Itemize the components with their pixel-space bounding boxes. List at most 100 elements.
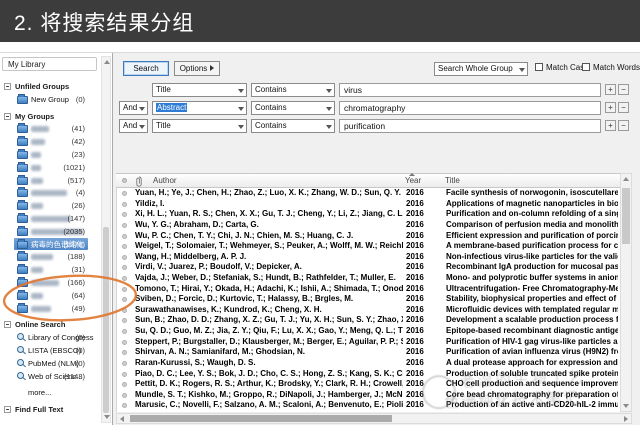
table-row[interactable]: Yuan, H.; Ye, J.; Chen, H.; Zhao, Z.; Lu… bbox=[117, 188, 620, 199]
redacted-group-name bbox=[31, 152, 41, 158]
add-row-button[interactable]: + bbox=[605, 120, 616, 131]
table-row[interactable]: Shirvan, A. N.; Samianifard, M.; Ghodsia… bbox=[117, 347, 620, 358]
scroll-up-icon[interactable] bbox=[104, 60, 110, 64]
remove-row-button[interactable]: − bbox=[618, 84, 629, 95]
field-value-selected: Abstract bbox=[156, 103, 188, 112]
chevron-down-icon bbox=[326, 107, 332, 111]
sidebar-group-item[interactable]: (31) bbox=[0, 264, 100, 276]
sidebar-group-item[interactable]: New Group (0) bbox=[0, 93, 100, 106]
table-row[interactable]: Wu, P. C.; Chen, T. Y.; Chi, J. N.; Chie… bbox=[117, 231, 620, 242]
sidebar-group-item[interactable]: (4) bbox=[0, 187, 100, 199]
boolean-dropdown[interactable]: And bbox=[119, 101, 148, 115]
table-row[interactable]: Virdi, V.; Juarez, P.; Boudolf, V.; Depi… bbox=[117, 262, 620, 273]
sidebar-group-item[interactable]: (166) bbox=[0, 277, 100, 289]
collapse-expander-icon[interactable] bbox=[4, 321, 11, 329]
remove-row-button[interactable]: − bbox=[618, 102, 629, 113]
cell-year: 2016 bbox=[406, 304, 424, 314]
sidebar-group-item[interactable]: (23) bbox=[0, 149, 100, 161]
match-case-checkbox[interactable] bbox=[535, 63, 543, 71]
sidebar-more-link[interactable]: more... bbox=[0, 387, 100, 399]
sidebar-group-item[interactable]: (147) bbox=[0, 213, 100, 225]
sidebar-section-my-groups[interactable]: My Groups bbox=[0, 111, 100, 123]
my-library-selector[interactable]: My Library bbox=[2, 57, 97, 71]
sidebar-group-item[interactable]: (42) bbox=[0, 136, 100, 148]
table-vertical-scrollbar[interactable] bbox=[620, 173, 632, 412]
sidebar-group-item[interactable]: (49) bbox=[0, 302, 100, 315]
table-row[interactable]: Piao, D. C.; Lee, Y. S.; Bok, J. D.; Cho… bbox=[117, 369, 620, 380]
sidebar-group-item[interactable]: (64) bbox=[0, 289, 100, 302]
sidebar-group-item[interactable]: (188) bbox=[0, 251, 100, 263]
sidebar-scrollbar-thumb[interactable] bbox=[103, 227, 109, 413]
table-row[interactable]: Tomono, T.; Hirai, Y.; Okada, H.; Adachi… bbox=[117, 284, 620, 295]
vertical-scrollbar-thumb[interactable] bbox=[622, 188, 630, 244]
sidebar-section-find-full-text[interactable]: Find Full Text bbox=[0, 404, 100, 416]
operator-dropdown[interactable]: Contains bbox=[251, 101, 335, 115]
table-row[interactable]: Pettit, D. K.; Rogers, R. S.; Arthur, K.… bbox=[117, 379, 620, 390]
boolean-dropdown[interactable]: And bbox=[119, 119, 148, 133]
table-row[interactable]: Marusic, C.; Novelli, F.; Salzano, A. M.… bbox=[117, 400, 620, 411]
table-row[interactable]: Wu, Y. G.; Abraham, D.; Carta, G. 2016 Com… bbox=[117, 220, 620, 231]
collapse-expander-icon[interactable] bbox=[4, 83, 11, 90]
table-row[interactable]: Steppert, P.; Burgstaller, D.; Klausberg… bbox=[117, 337, 620, 348]
sidebar-group-item[interactable]: LISTA (EBSCO) (0) bbox=[0, 345, 100, 357]
collapse-expander-icon[interactable] bbox=[4, 112, 11, 120]
table-row[interactable]: Raran-Kurussi, S.; Waugh, D. S. 2016 A dua… bbox=[117, 358, 620, 369]
table-row[interactable]: Su, Q. D.; Guo, M. Z.; Jia, Z. Y.; Qiu, … bbox=[117, 326, 620, 337]
scroll-down-icon[interactable] bbox=[104, 415, 110, 419]
table-row[interactable]: Weigel, T.; Solomaier, T.; Wehmeyer, S.;… bbox=[117, 241, 620, 252]
search-term-input[interactable] bbox=[339, 101, 601, 115]
table-horizontal-scrollbar[interactable] bbox=[116, 413, 632, 424]
sidebar-group-item[interactable]: 病毒的色谱纯化 (1270) bbox=[0, 237, 100, 251]
chevron-down-icon bbox=[139, 125, 145, 129]
field-dropdown[interactable]: Abstract bbox=[152, 101, 247, 115]
table-row[interactable]: Mundle, S. T.; Kishko, M.; Groppo, R.; D… bbox=[117, 390, 620, 401]
sidebar-section-unfiled-groups[interactable]: Unfiled Groups bbox=[0, 81, 100, 93]
sidebar-group-item[interactable]: (26) bbox=[0, 200, 100, 212]
field-dropdown[interactable]: Title bbox=[152, 83, 247, 97]
scroll-left-icon[interactable] bbox=[120, 416, 124, 422]
scroll-down-icon[interactable] bbox=[623, 404, 629, 408]
cell-title: Comparison of perfusion media and monoli… bbox=[446, 219, 618, 229]
cell-year: 2016 bbox=[406, 230, 424, 240]
search-term-input[interactable] bbox=[339, 119, 601, 133]
scroll-up-icon[interactable] bbox=[623, 177, 629, 181]
groups-sidebar: My Library Unfiled Groups New Group (0) My … bbox=[0, 53, 113, 425]
operator-dropdown[interactable]: Contains bbox=[251, 119, 335, 133]
table-row[interactable]: Vajda, J.; Weber, D.; Stefaniak, S.; Hun… bbox=[117, 273, 620, 284]
sidebar-group-item[interactable]: PubMed (NLM) (0) bbox=[0, 358, 100, 370]
add-row-button[interactable]: + bbox=[605, 84, 616, 95]
group-folder-icon bbox=[17, 161, 28, 172]
remove-row-button[interactable]: − bbox=[618, 120, 629, 131]
table-row[interactable]: Yildiz, I. 2016 Applications of magnetic n… bbox=[117, 199, 620, 210]
group-count: (517) bbox=[67, 175, 85, 185]
search-scope-dropdown[interactable]: Search Whole Group bbox=[434, 62, 528, 76]
scroll-right-icon[interactable] bbox=[624, 416, 628, 422]
collapse-expander-icon[interactable] bbox=[4, 406, 11, 414]
sidebar-group-item[interactable]: (2035) bbox=[0, 225, 100, 238]
sidebar-scrollbar[interactable] bbox=[101, 56, 111, 423]
search-term-input[interactable] bbox=[339, 83, 601, 97]
column-header-year[interactable]: Year bbox=[405, 176, 421, 185]
column-header-title[interactable]: Title bbox=[445, 176, 460, 185]
sidebar-group-item[interactable]: (517) bbox=[0, 174, 100, 187]
table-row[interactable]: Surawathanawises, K.; Kundrod, K.; Cheng… bbox=[117, 305, 620, 316]
unread-dot-icon bbox=[122, 382, 127, 388]
sidebar-group-item[interactable]: (1021) bbox=[0, 161, 100, 174]
table-row[interactable]: Sun, B.; Zhao, D. D.; Zhang, X. Z.; Gu, … bbox=[117, 315, 620, 326]
options-button[interactable]: Options bbox=[174, 61, 220, 76]
sidebar-group-item[interactable]: (41) bbox=[0, 123, 100, 135]
match-words-checkbox[interactable] bbox=[582, 63, 590, 71]
table-row[interactable]: Wang, H.; Middelberg, A. P. J. 2016 Non-in… bbox=[117, 252, 620, 263]
sidebar-group-item[interactable]: Web of Scienc... (1148) bbox=[0, 371, 100, 383]
table-row[interactable]: Sviben, D.; Forcic, D.; Kurtovic, T.; Ha… bbox=[117, 294, 620, 305]
sidebar-group-item[interactable]: Library of Congress (0) bbox=[0, 332, 100, 344]
horizontal-scrollbar-thumb[interactable] bbox=[130, 415, 392, 422]
field-dropdown[interactable]: Title bbox=[152, 119, 247, 133]
cell-author: Sun, B.; Zhao, D. D.; Zhang, X. Z.; Gu, … bbox=[135, 315, 403, 325]
sidebar-section-online-search[interactable]: Online Search bbox=[0, 319, 100, 331]
search-button[interactable]: Search bbox=[123, 61, 169, 76]
table-row[interactable]: Xi, H. L.; Yuan, R. S.; Chen, X. X.; Gu,… bbox=[117, 209, 620, 220]
operator-dropdown[interactable]: Contains bbox=[251, 83, 335, 97]
column-header-author[interactable]: Author bbox=[153, 176, 177, 185]
add-row-button[interactable]: + bbox=[605, 102, 616, 113]
